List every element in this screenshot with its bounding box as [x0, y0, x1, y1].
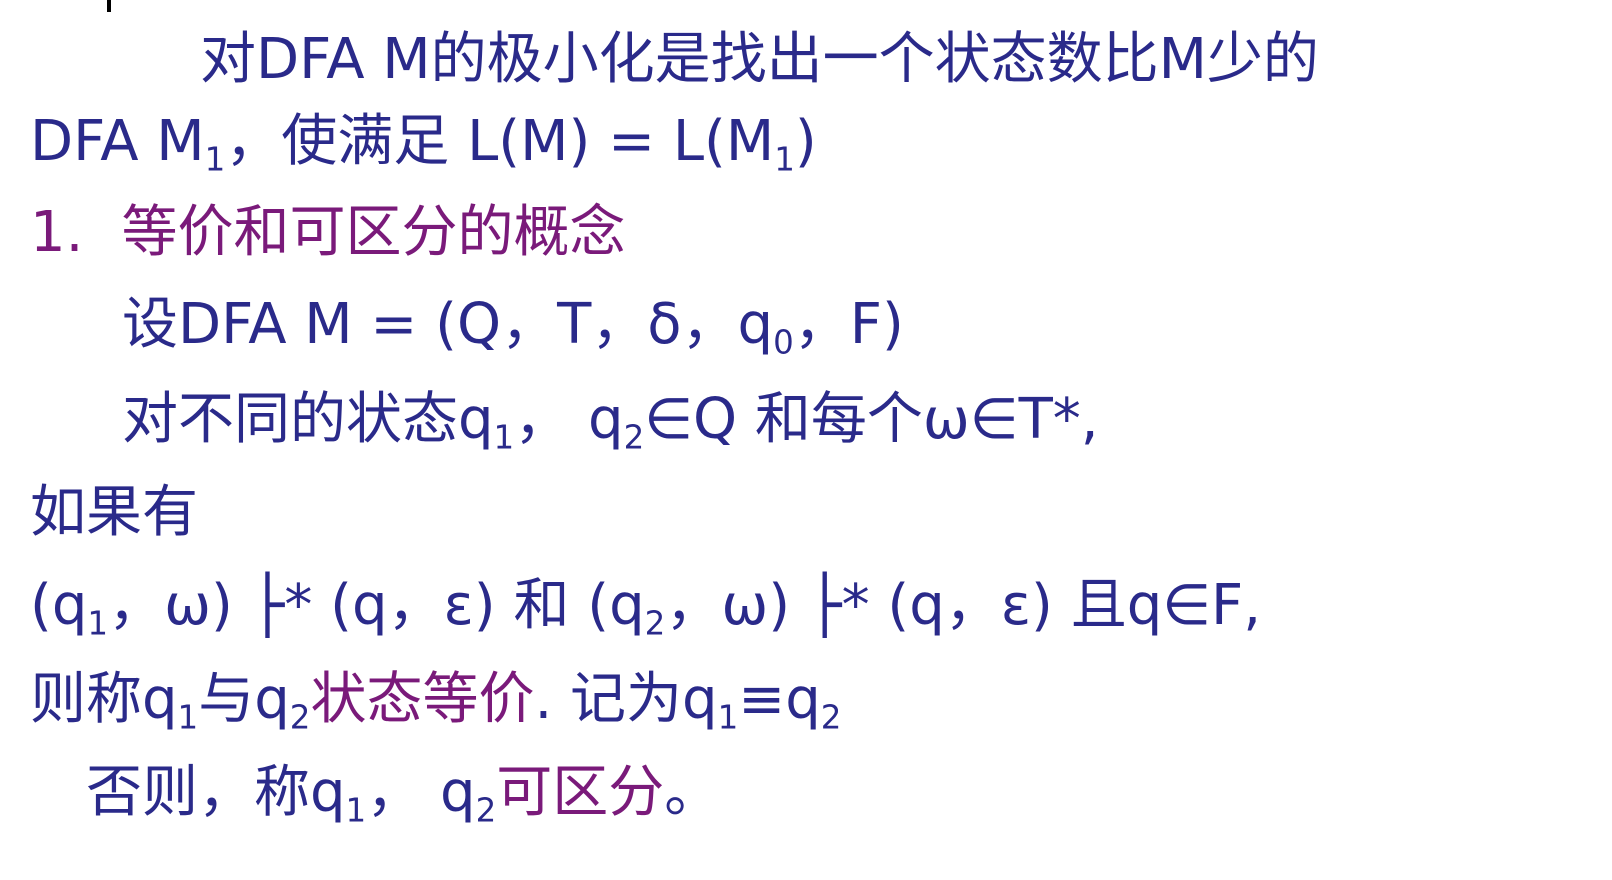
subscript: 1	[717, 698, 739, 737]
top-edge-marker	[107, 0, 111, 12]
section-title: 等价和可区分的概念	[121, 200, 626, 265]
intro-line-2: DFA M1，使满足 L(M) = L(M1)	[30, 106, 817, 178]
subscript: 2	[644, 604, 666, 643]
equivalence-text: 与q	[198, 667, 290, 732]
equivalence-definition: 则称q1与q2状态等价. 记为q1≡q2	[30, 664, 841, 736]
transition-condition-text: ，ω) ├* (q，ε) 和 (q	[108, 573, 645, 638]
dfa-definition-prefix: 设DFA M = (Q，T，δ，q	[122, 292, 774, 357]
equivalence-text: ≡q	[738, 667, 821, 732]
distinguishable-definition: 否则，称q1， q2可区分。	[86, 757, 720, 829]
states-condition: 对不同的状态q1， q2∈Q 和每个ω∈T*,	[122, 384, 1099, 456]
intro-line-1-text: 对DFA M的极小化是找出一个状态数比M少的	[200, 27, 1319, 92]
subscript: 1	[87, 604, 109, 643]
if-clause-text: 如果有	[30, 480, 198, 545]
states-condition-text: ∈Q 和每个ω∈T*,	[644, 387, 1099, 452]
subscript: 2	[475, 791, 497, 830]
subscript: 2	[289, 698, 311, 737]
distinguishable-term: 可区分	[496, 760, 665, 825]
section-heading: 1. 等价和可区分的概念	[30, 197, 625, 269]
intro-line-1: 对DFA M的极小化是找出一个状态数比M少的	[200, 24, 1319, 96]
dfa-definition-suffix: ，F)	[793, 292, 904, 357]
intro-line-2-middle: ，使满足 L(M) = L(M	[225, 109, 775, 174]
equivalence-text: 则称q	[30, 667, 178, 732]
transition-condition-text: (q	[30, 573, 88, 638]
distinguishable-text: ， q	[366, 760, 476, 825]
transition-condition: (q1，ω) ├* (q，ε) 和 (q2，ω) ├* (q，ε) 且q∈F,	[30, 570, 1261, 642]
state-equivalent-term: 状态等价	[310, 667, 535, 732]
transition-condition-text: ，ω) ├* (q，ε) 且q∈F,	[665, 573, 1262, 638]
section-number: 1.	[30, 200, 84, 265]
dfa-definition: 设DFA M = (Q，T，δ，q0，F)	[122, 289, 904, 361]
subscript: 1	[177, 698, 199, 737]
subscript: 1	[204, 140, 226, 179]
intro-line-2-suffix: )	[794, 109, 817, 174]
subscript: 2	[820, 698, 842, 737]
intro-line-2-prefix: DFA M	[30, 109, 205, 174]
states-condition-text: ， q	[514, 387, 624, 452]
subscript: 1	[345, 791, 367, 830]
distinguishable-text: 。	[664, 760, 721, 825]
subscript: 1	[774, 140, 795, 179]
distinguishable-text: 否则，称q	[86, 760, 346, 825]
subscript: 2	[623, 418, 645, 457]
if-clause: 如果有	[30, 477, 198, 549]
subscript: 1	[493, 418, 515, 457]
equivalence-text: . 记为q	[534, 667, 718, 732]
states-condition-text: 对不同的状态q	[122, 387, 494, 452]
subscript: 0	[773, 323, 794, 362]
